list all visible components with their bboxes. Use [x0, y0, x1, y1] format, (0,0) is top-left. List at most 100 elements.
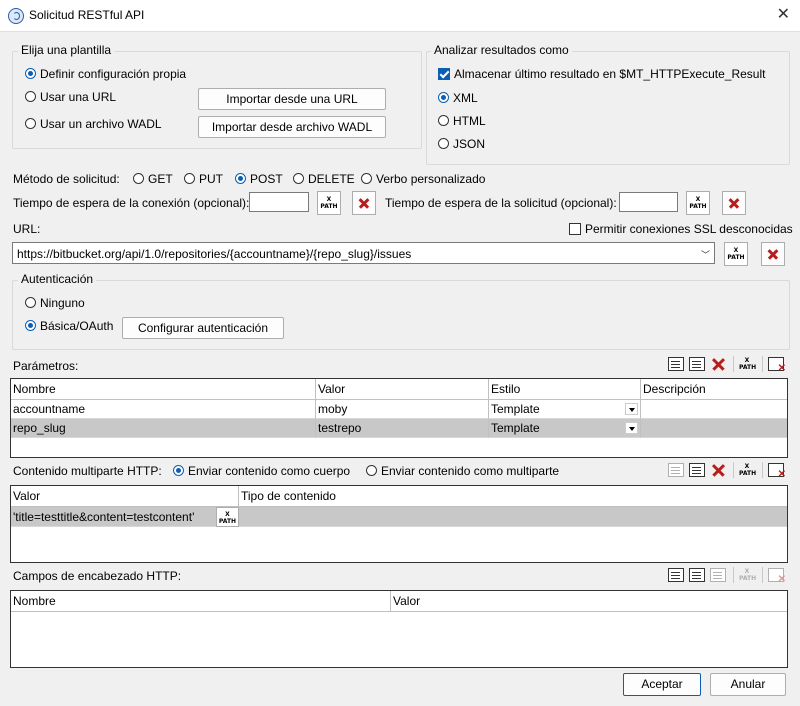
radio-auth-none[interactable] [25, 297, 36, 308]
xpath-icon[interactable]: X PATH [739, 357, 756, 371]
request-timeout-xpath-icon[interactable]: X PATH [686, 191, 710, 215]
col-header-name: Nombre [11, 379, 316, 400]
request-timeout-label: Tiempo de espera de la solicitud (opcion… [385, 196, 617, 210]
delete-row-icon[interactable] [710, 463, 726, 477]
toolbar-separator [762, 567, 763, 583]
method-label: Método de solicitud: [13, 172, 120, 186]
radio-send-as-body[interactable] [173, 465, 184, 476]
close-icon[interactable]: ✕ [777, 4, 790, 24]
radio-post[interactable] [235, 173, 246, 184]
insert-row-icon[interactable] [689, 357, 705, 371]
radio-json[interactable] [438, 138, 449, 149]
delete-all-icon[interactable] [768, 568, 786, 585]
append-row-icon[interactable] [668, 568, 684, 582]
param-style-cell[interactable]: Template [489, 419, 641, 438]
multipart-label: Contenido multiparte HTTP: [13, 464, 162, 478]
dropdown-arrow-icon[interactable] [625, 403, 638, 415]
insert-row-icon[interactable] [689, 463, 705, 477]
radio-put[interactable] [184, 173, 195, 184]
radio-send-as-multipart[interactable] [366, 465, 377, 476]
toolbar-separator [762, 356, 763, 372]
radio-xml[interactable] [438, 92, 449, 103]
import-wadl-button[interactable]: Importar desde archivo WADL [198, 116, 386, 138]
multipart-xpath-icon[interactable]: X PATH [216, 507, 239, 527]
import-url-button[interactable]: Importar desde una URL [198, 88, 386, 110]
radio-get[interactable] [133, 173, 144, 184]
col-header-value: Valor [391, 591, 787, 612]
radio-get-label: GET [148, 172, 173, 186]
configure-auth-button[interactable]: Configurar autenticación [122, 317, 284, 339]
connection-timeout-label: Tiempo de espera de la conexión (opciona… [13, 196, 250, 210]
radio-put-label: PUT [199, 172, 223, 186]
radio-auth-basic-label: Básica/OAuth [40, 319, 114, 333]
radio-define-config[interactable] [25, 68, 36, 79]
radio-custom-verb[interactable] [361, 173, 372, 184]
param-style-cell[interactable]: Template [489, 400, 641, 419]
radio-use-url[interactable] [25, 91, 36, 102]
ssl-checkbox-label: Permitir conexiones SSL desconocidas [585, 222, 793, 236]
radio-use-wadl-label: Usar un archivo WADL [40, 117, 162, 131]
radio-auth-none-label: Ninguno [40, 296, 85, 310]
parameters-table: Nombre Valor Estilo Descripción accountn… [10, 378, 788, 458]
param-name-cell[interactable]: repo_slug [11, 419, 316, 438]
toolbar-separator [733, 462, 734, 478]
auth-group-title: Autenticación [18, 272, 97, 286]
delete-all-icon[interactable] [768, 463, 786, 480]
param-value-cell[interactable]: testrepo [316, 419, 489, 438]
col-header-content-type: Tipo de contenido [239, 486, 787, 507]
template-group-title: Elija una plantilla [18, 43, 115, 57]
col-header-value: Valor [11, 486, 239, 507]
xpath-icon[interactable]: X PATH [739, 463, 756, 477]
append-row-icon[interactable] [668, 463, 684, 477]
request-timeout-input[interactable] [619, 192, 678, 212]
toolbar-separator [762, 462, 763, 478]
delete-all-icon[interactable] [768, 357, 786, 374]
append-row-icon[interactable] [668, 357, 684, 371]
toolbar-separator [733, 567, 734, 583]
delete-row-icon[interactable] [710, 357, 726, 371]
ssl-checkbox[interactable] [569, 223, 581, 235]
url-value: https://bitbucket.org/api/1.0/repositori… [17, 247, 412, 261]
param-description-cell[interactable] [641, 400, 787, 419]
radio-json-label: JSON [453, 137, 486, 151]
store-result-checkbox[interactable] [438, 68, 450, 80]
request-timeout-clear-icon[interactable] [722, 191, 746, 215]
col-header-description: Descripción [641, 379, 787, 400]
param-description-cell[interactable] [641, 419, 787, 438]
cancel-button[interactable]: Anular [710, 673, 786, 696]
param-name-cell[interactable]: accountname [11, 400, 316, 419]
toolbar-separator [733, 356, 734, 372]
radio-auth-basic[interactable] [25, 320, 36, 331]
url-label: URL: [13, 222, 41, 236]
headers-label: Campos de encabezado HTTP: [13, 569, 182, 583]
chevron-down-icon[interactable]: ﹀ [701, 248, 710, 261]
ok-button[interactable]: Aceptar [623, 673, 701, 696]
connection-timeout-input[interactable] [249, 192, 309, 212]
multipart-table: Valor Tipo de contenido 'title=testtitle… [10, 485, 788, 563]
col-header-style: Estilo [489, 379, 641, 400]
multipart-content-type-cell[interactable] [239, 507, 787, 527]
url-xpath-icon[interactable]: X PATH [724, 242, 748, 266]
radio-use-url-label: Usar una URL [40, 90, 117, 104]
dropdown-arrow-icon[interactable] [625, 422, 638, 434]
app-icon [8, 8, 24, 24]
radio-xml-label: XML [453, 91, 478, 105]
headers-table: Nombre Valor [10, 590, 788, 668]
url-combobox[interactable]: https://bitbucket.org/api/1.0/repositori… [12, 242, 715, 264]
connection-timeout-clear-icon[interactable] [352, 191, 376, 215]
store-result-label: Almacenar último resultado en $MT_HTTPEx… [454, 67, 766, 81]
delete-row-icon[interactable] [710, 568, 726, 582]
xpath-icon[interactable]: X PATH [739, 568, 756, 582]
radio-use-wadl[interactable] [25, 118, 36, 129]
parameters-label: Parámetros: [13, 359, 79, 373]
insert-row-icon[interactable] [689, 568, 705, 582]
multipart-value-cell[interactable]: 'title=testtitle&content=testcontent' [11, 507, 216, 527]
param-value-cell[interactable]: moby [316, 400, 489, 419]
connection-timeout-xpath-icon[interactable]: X PATH [317, 191, 341, 215]
radio-delete[interactable] [293, 173, 304, 184]
radio-html[interactable] [438, 115, 449, 126]
title-bar: Solicitud RESTful API ✕ [0, 0, 800, 32]
radio-delete-label: DELETE [308, 172, 355, 186]
url-clear-icon[interactable] [761, 242, 785, 266]
radio-html-label: HTML [453, 114, 486, 128]
